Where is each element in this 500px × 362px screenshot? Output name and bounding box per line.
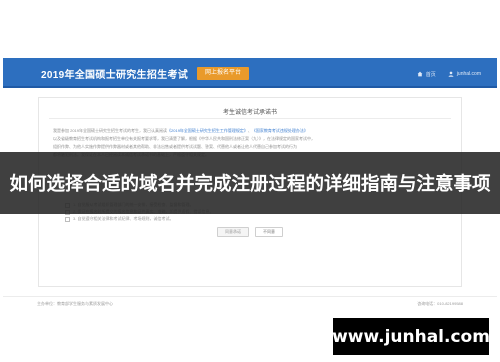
nav-user[interactable]: junhal.com bbox=[448, 71, 481, 77]
disagree-button[interactable]: 不同意 bbox=[255, 227, 283, 237]
pledge-text-1a: 我是参加 2019年全国硕士研究生招生考试的考生，我已认真阅读 bbox=[53, 128, 168, 133]
panel-title: 考生诚信考试承诺书 bbox=[222, 110, 277, 116]
platform-badge[interactable]: 网上报名平台 bbox=[197, 67, 250, 80]
article-title: 如何选择合适的域名并完成注册过程的详细指南与注意事项 bbox=[9, 174, 491, 195]
footer-organizer: 主办单位：教育部学生服务与素质发展中心 bbox=[37, 301, 113, 306]
agree-button[interactable]: 同意承诺 bbox=[217, 227, 249, 237]
article-title-banner: 如何选择合适的域名并完成注册过程的详细指南与注意事项 bbox=[0, 152, 500, 214]
browser-screenshot: 2019年全国硕士研究生招生考试 网上报名平台 首页 junhal.com 考生… bbox=[0, 0, 500, 362]
panel-divider bbox=[49, 118, 451, 119]
site-watermark: www.junhal.com bbox=[332, 318, 490, 355]
nav-home[interactable]: 首页 bbox=[417, 71, 436, 78]
site-footer: 主办单位：教育部学生服务与素质发展中心 咨询电话：010-82199588 bbox=[3, 296, 497, 310]
header-nav: 首页 junhal.com bbox=[417, 69, 481, 79]
home-icon bbox=[417, 71, 423, 77]
site-header: 2019年全国硕士研究生招生考试 网上报名平台 首页 junhal.com bbox=[3, 58, 497, 88]
pledge-checkbox[interactable] bbox=[65, 216, 70, 222]
nav-user-label: junhal.com bbox=[456, 71, 481, 77]
footer-phone: 咨询电话：010-82199588 bbox=[417, 301, 463, 306]
violation-rules-link[interactable]: 《国家教育考试违规处理办法》 bbox=[252, 128, 308, 133]
pledge-paragraph-2: 以及省级教育招生考试机构和报考招生单位有关报考要求等，我已清楚了解，根据《中华人… bbox=[53, 136, 315, 141]
pledge-item-3: 3. 自觉遵守相关法律和考试纪律、考场规则，诚信考试。 bbox=[65, 216, 173, 222]
pledge-item-label: 3. 自觉遵守相关法律和考试纪律、考场规则，诚信考试。 bbox=[73, 216, 174, 221]
regulation-link[interactable]: 《2019年全国硕士研究生招生工作管理规定》 bbox=[167, 128, 248, 133]
nav-home-label: 首页 bbox=[425, 71, 436, 78]
user-icon bbox=[448, 71, 454, 77]
site-title: 2019年全国硕士研究生招生考试 bbox=[41, 70, 189, 81]
pledge-paragraph-3: 组织作弊、为他人实施作弊提供作弊器材或者其他帮助、非法出售或者提供考试试题、答案… bbox=[53, 144, 297, 149]
pledge-actions: 同意承诺 不同意 bbox=[39, 227, 461, 237]
pledge-paragraph-1: 我是参加 2019年全国硕士研究生招生考试的考生，我已认真阅读《2019年全国硕… bbox=[53, 128, 447, 134]
